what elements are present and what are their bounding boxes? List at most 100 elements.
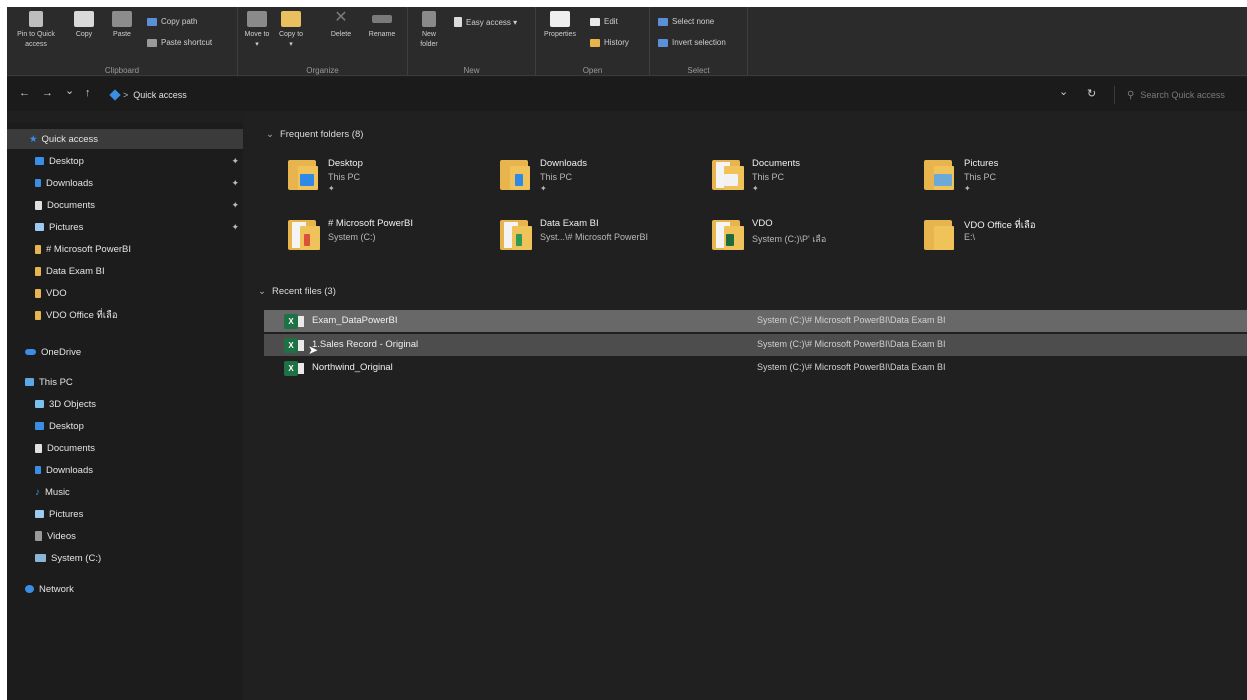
folder-tile-documents[interactable]: Documents This PC ✦ [710,156,920,200]
select-group-label: Select [687,66,710,75]
pin-icon[interactable]: ✦ [231,178,239,189]
properties-button[interactable]: Properties [540,11,580,40]
move-to-button[interactable]: Move to ▾ [244,11,270,50]
sidebar-item-pictures[interactable]: Pictures ✦ [7,217,243,237]
sidebar-item-microsoft-powerbi[interactable]: # Microsoft PowerBI [7,239,243,259]
organize-group-label: Organize [306,66,339,75]
back-button[interactable]: ← [19,87,30,99]
file-explorer-window: Pin to Quick access Copy Paste Copy path… [7,7,1247,700]
sidebar-item-3d-objects[interactable]: 3D Objects [7,394,243,414]
sidebar-item-vdo-office[interactable]: VDO Office ที่เลือ [7,305,243,325]
cloud-icon [25,349,36,355]
network-icon [25,585,34,593]
pin-to-quick-access-button[interactable]: Pin to Quick access [11,11,61,50]
select-none-button[interactable]: Select none [658,17,714,26]
folder-tile-data-exam-bi[interactable]: Data Exam BI Syst...\# Microsoft PowerBI [498,216,708,260]
sidebar-item-onedrive[interactable]: OneDrive [7,342,243,362]
new-folder-button[interactable]: New folder [414,11,444,50]
forward-button[interactable]: → [42,87,53,99]
documents-icon [35,200,42,210]
folder-tile-downloads[interactable]: Downloads This PC ✦ [498,156,708,200]
frequent-folders-header[interactable]: ⌄ Frequent folders (8) [266,129,363,140]
rename-button[interactable]: Rename [364,11,400,40]
pictures-icon [35,510,44,518]
chevron-down-icon: ⌄ [258,286,266,297]
pin-icon [29,11,43,27]
delete-button[interactable]: ✕ Delete [326,10,356,40]
quick-access-star-icon [109,89,121,101]
sidebar-item-desktop[interactable]: Desktop ✦ [7,151,243,171]
sidebar-item-pc-pictures[interactable]: Pictures [7,504,243,524]
sidebar-item-system-c[interactable]: System (C:) [7,548,243,568]
pin-icon[interactable]: ✦ [231,156,239,167]
sidebar-item-music[interactable]: ♪ Music [7,482,243,502]
address-dropdown-button[interactable]: ⌄ [1059,85,1068,98]
sidebar-item-network[interactable]: Network [7,579,243,599]
drive-icon [35,554,46,562]
sidebar-item-this-pc[interactable]: This PC [7,372,243,392]
folder-icon [35,288,41,298]
invert-selection-button[interactable]: Invert selection [658,38,726,47]
invert-selection-icon [658,38,668,47]
folder-vdo-icon [710,216,744,252]
recent-file-row[interactable]: X 1.Sales Record - Original System (C:)\… [264,334,1247,357]
copy-to-icon [281,11,301,27]
navigation-pane: ★ Quick access Desktop ✦ Downloads ✦ Doc… [7,122,243,700]
pin-icon: ✦ [752,184,759,193]
desktop-icon [35,157,44,165]
star-icon: ★ [29,133,38,145]
sidebar-item-vdo[interactable]: VDO [7,283,243,303]
excel-file-icon: X [284,338,304,353]
recent-files-header[interactable]: ⌄ Recent files (3) [258,286,336,297]
cube-icon [35,400,44,408]
open-group-label: Open [582,66,603,75]
path-current: Quick access [133,90,187,100]
recent-file-row[interactable]: X Exam_DataPowerBI System (C:)\# Microso… [264,310,1247,332]
sidebar-item-data-exam-bi[interactable]: Data Exam BI [7,261,243,281]
copy-icon [74,11,94,27]
folder-tile-microsoft-powerbi[interactable]: # Microsoft PowerBI System (C:) [286,216,496,260]
copy-to-button[interactable]: Copy to ▾ [278,11,304,50]
pin-icon[interactable]: ✦ [231,222,239,233]
sidebar-item-pc-documents[interactable]: Documents [7,438,243,458]
sidebar-item-downloads[interactable]: Downloads ✦ [7,173,243,193]
recent-file-row[interactable]: X Northwind_Original System (C:)\# Micro… [264,357,1247,379]
history-button[interactable]: History [590,38,629,47]
easy-access-button[interactable]: Easy access ▾ [454,17,517,27]
sidebar-item-documents[interactable]: Documents ✦ [7,195,243,215]
recent-locations-button[interactable]: ⌄ [65,84,74,97]
folder-tile-pictures[interactable]: Pictures This PC ✦ [922,156,1132,200]
refresh-button[interactable]: ↻ [1087,87,1096,100]
sidebar-item-videos[interactable]: Videos [7,526,243,546]
pictures-icon [35,223,44,231]
select-group: Select none Invert selection Select [650,7,748,76]
copy-button[interactable]: Copy [69,11,99,40]
paste-shortcut-button[interactable]: Paste shortcut [147,38,212,47]
sidebar-item-pc-desktop[interactable]: Desktop [7,416,243,436]
folder-tile-vdo-office[interactable]: VDO Office ที่เลือ E:\ [922,216,1132,260]
edit-button[interactable]: Edit [590,17,618,26]
folder-tile-vdo[interactable]: VDO System (C:)\P' เลือ [710,216,920,260]
search-input[interactable]: ⚲ Search Quick access [1114,86,1247,104]
computer-icon [25,378,34,386]
new-group: New folder Easy access ▾ New [408,7,536,76]
folder-tile-desktop[interactable]: Desktop This PC ✦ [286,156,496,200]
address-path[interactable]: > Quick access [109,86,1103,104]
search-icon: ⚲ [1127,89,1135,101]
sidebar-item-quick-access[interactable]: ★ Quick access [7,129,243,149]
download-icon [35,466,41,474]
folder-documents-icon [710,156,744,192]
up-button[interactable]: ↑ [85,87,91,99]
pin-icon[interactable]: ✦ [231,200,239,211]
new-folder-icon [422,11,436,27]
mouse-cursor-icon: ➤ [308,343,319,357]
edit-icon [590,17,600,26]
pin-icon: ✦ [964,184,971,193]
paste-button[interactable]: Paste [107,11,137,40]
sidebar-item-pc-downloads[interactable]: Downloads [7,460,243,480]
search-placeholder: Search Quick access [1140,90,1225,100]
documents-icon [35,443,42,453]
paste-shortcut-icon [147,38,157,47]
paste-icon [112,11,132,27]
copy-path-button[interactable]: Copy path [147,17,197,26]
